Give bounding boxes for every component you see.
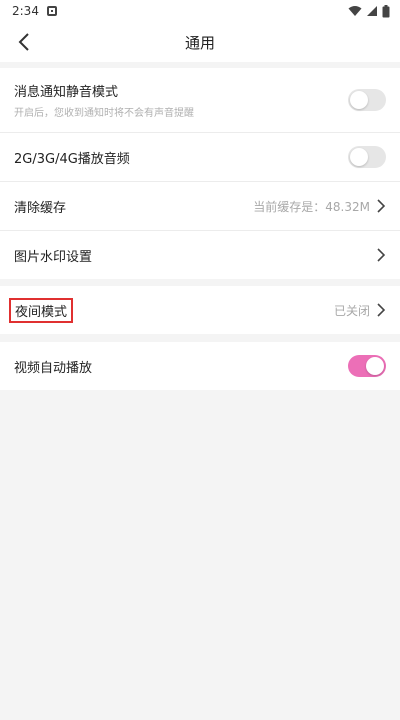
status-bar: 2:34 (0, 0, 400, 22)
autoplay-label: 视频自动播放 (14, 360, 93, 376)
wifi-icon (348, 6, 362, 16)
settings-group-general: 消息通知静音模式 开启后，您收到通知时将不会有声音提醒 2G/3G/4G播放音频… (0, 68, 400, 279)
row-night-mode[interactable]: 夜间模式 已关闭 (0, 286, 400, 334)
silent-mode-label: 消息通知静音模式 (14, 85, 119, 100)
toggle-knob (366, 357, 384, 375)
row-autoplay[interactable]: 视频自动播放 (0, 342, 400, 390)
signal-icon (367, 6, 377, 16)
night-mode-status: 已关闭 (333, 303, 370, 318)
cache-size-value: 当前缓存是：48.32M (253, 199, 370, 214)
cellular-audio-label: 2G/3G/4G播放音频 (14, 151, 130, 167)
page-title: 通用 (184, 33, 215, 52)
back-arrow-icon (18, 33, 29, 51)
toggle-knob (350, 148, 368, 166)
clear-cache-label: 清除缓存 (14, 200, 67, 216)
silent-mode-description: 开启后，您收到通知时将不会有声音提醒 (14, 108, 194, 119)
chevron-right-icon (377, 248, 386, 262)
row-clear-cache[interactable]: 清除缓存 当前缓存是：48.32M (0, 181, 400, 230)
night-mode-label: 夜间模式 (9, 297, 74, 323)
chevron-right-icon (377, 199, 386, 213)
autoplay-toggle[interactable] (348, 355, 386, 377)
settings-group-video: 视频自动播放 (0, 342, 400, 390)
back-button[interactable] (10, 28, 38, 56)
chevron-right-icon (377, 303, 386, 317)
status-time: 2:34 (12, 4, 39, 18)
battery-icon (382, 4, 390, 17)
notification-icon (46, 6, 57, 16)
row-watermark[interactable]: 图片水印设置 (0, 230, 400, 279)
settings-group-display: 夜间模式 已关闭 (0, 286, 400, 334)
watermark-label: 图片水印设置 (14, 249, 93, 265)
row-silent-mode[interactable]: 消息通知静音模式 开启后，您收到通知时将不会有声音提醒 (0, 68, 400, 132)
silent-mode-toggle[interactable] (348, 89, 386, 111)
row-cellular-audio[interactable]: 2G/3G/4G播放音频 (0, 132, 400, 181)
app-header: 通用 (0, 22, 400, 62)
toggle-knob (350, 91, 368, 109)
cellular-audio-toggle[interactable] (348, 146, 386, 168)
